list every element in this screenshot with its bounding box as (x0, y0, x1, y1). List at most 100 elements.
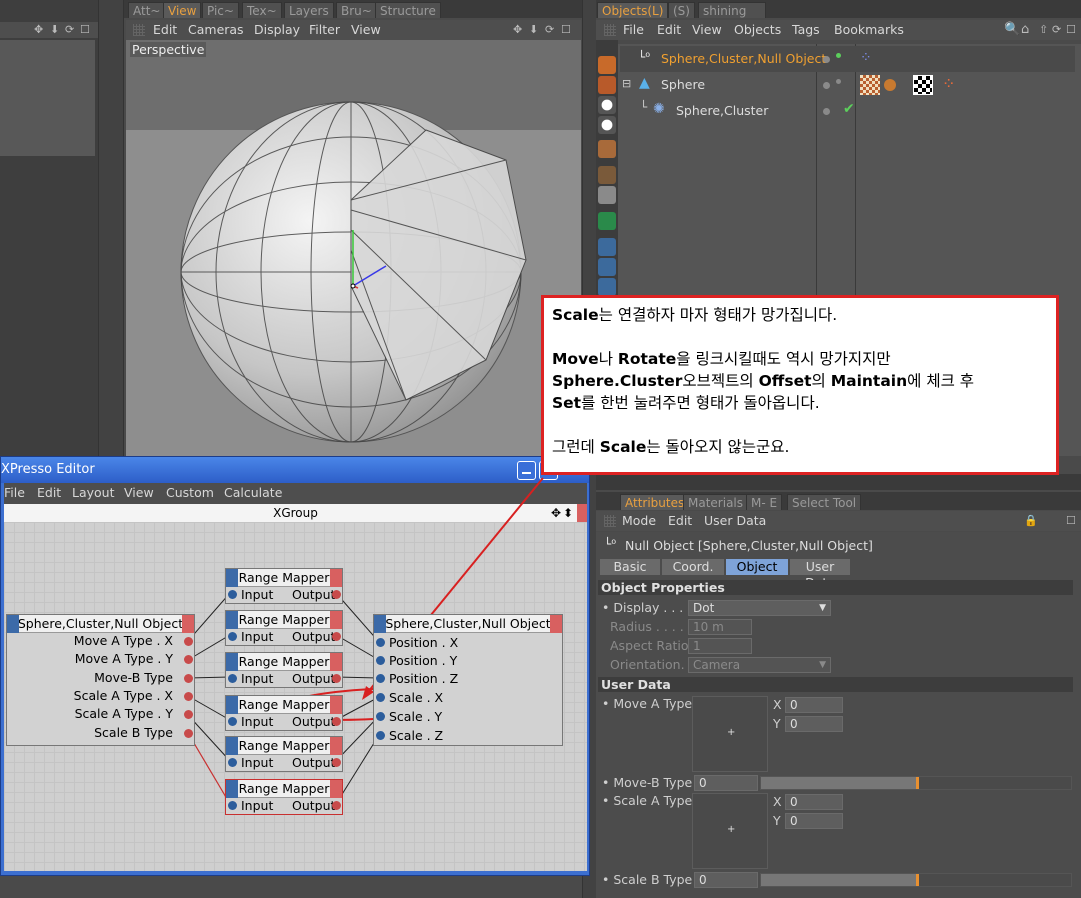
range-mapper-node[interactable]: Range Mapper Input Output (225, 779, 343, 815)
range-mapper-node[interactable]: Range Mapper Input Output (225, 610, 343, 646)
sidebar-cone-icon-3[interactable] (598, 278, 616, 296)
tab-materials[interactable]: Materials (683, 494, 749, 510)
output-pin[interactable] (332, 590, 341, 599)
tab-me[interactable]: M- E (746, 494, 783, 510)
scale-a-y-field[interactable]: 0 (785, 813, 843, 829)
editor-visibility-dot[interactable] (823, 82, 830, 89)
output-pin[interactable] (184, 637, 193, 646)
scale-b-field[interactable]: 0 (694, 872, 758, 888)
scale-a-type-pad[interactable]: + (692, 793, 768, 869)
move-a-y-field[interactable]: 0 (785, 716, 843, 732)
input-pin[interactable] (228, 758, 237, 767)
output-pin[interactable] (184, 710, 193, 719)
expand-minus-icon[interactable]: ⊟ (622, 77, 631, 90)
tab-objects[interactable]: Objects(L) (597, 2, 669, 18)
sidebar-sphere-icon-1[interactable] (598, 96, 616, 114)
tab-attributes[interactable]: Attributes (620, 494, 690, 510)
range-mapper-node[interactable]: Range Mapper Input Output (225, 736, 343, 772)
subtab-coord[interactable]: Coord. (662, 559, 724, 575)
tab-shining[interactable]: shining (698, 2, 766, 18)
output-pin[interactable] (332, 674, 341, 683)
output-pin[interactable] (332, 717, 341, 726)
annotation-callout: Scale는 연결하자 마자 형태가 망가집니다. Move나 Rotate을 … (541, 295, 1059, 475)
input-pin[interactable] (228, 801, 237, 810)
display-dropdown[interactable]: Dot ▼ (688, 600, 831, 616)
tab-select-tool[interactable]: Select Tool (787, 494, 862, 510)
objects-menu-file[interactable]: File (623, 22, 644, 37)
scale-a-x-field[interactable]: 0 (785, 794, 843, 810)
render-visibility-dot[interactable] (836, 53, 841, 58)
home-icon[interactable]: ⌂ (1021, 22, 1029, 37)
output-pin[interactable] (184, 729, 193, 738)
range-mapper-node[interactable]: Range Mapper Input Output (225, 568, 343, 604)
refresh-icon-objects[interactable]: ⟳ (1052, 23, 1061, 36)
objects-menu-bookmarks[interactable]: Bookmarks (834, 22, 904, 37)
enabled-check-icon[interactable]: ✔ (843, 101, 855, 117)
sidebar-tool-icon-3[interactable] (598, 140, 616, 158)
input-pin[interactable] (228, 632, 237, 641)
maximize-icon-attributes[interactable]: ☐ (1066, 514, 1076, 527)
editor-visibility-dot[interactable] (823, 56, 830, 63)
sidebar-tool-icon-4[interactable] (598, 166, 616, 184)
render-visibility-dot[interactable] (836, 79, 841, 84)
subtab-user-data[interactable]: User Data (790, 559, 850, 590)
editor-visibility-dot[interactable] (823, 108, 830, 115)
range-mapper-node[interactable]: Range Mapper Input Output (225, 695, 343, 731)
range-mapper-node[interactable]: Range Mapper Input Output (225, 652, 343, 688)
material-tag-icon-1[interactable] (860, 75, 880, 95)
attributes-menu-edit[interactable]: Edit (668, 513, 692, 528)
move-b-field[interactable]: 0 (694, 775, 758, 791)
sidebar-cone-icon-2[interactable] (598, 258, 616, 276)
material-tag-icon-4[interactable]: ⁘ (942, 74, 955, 93)
sidebar-cone-icon-1[interactable] (598, 238, 616, 256)
target-node[interactable]: Sphere,Cluster,Null Object Position . X … (373, 614, 563, 746)
search-icon[interactable]: 🔍 (1004, 22, 1020, 37)
sidebar-tool-icon-2[interactable] (598, 76, 616, 94)
subtab-basic[interactable]: Basic (600, 559, 660, 575)
input-pin[interactable] (376, 731, 385, 740)
scale-b-slider[interactable] (760, 873, 1072, 887)
input-pin[interactable] (376, 656, 385, 665)
input-pin[interactable] (376, 638, 385, 647)
attributes-grip-icon[interactable] (604, 515, 616, 527)
input-pin[interactable] (228, 717, 237, 726)
input-pin[interactable] (228, 674, 237, 683)
objects-menu-tags[interactable]: Tags (792, 22, 820, 37)
tab-s[interactable]: (S) (668, 2, 695, 18)
input-pin[interactable] (376, 674, 385, 683)
sidebar-tool-icon-1[interactable] (598, 56, 616, 74)
sidebar-tool-icon-5[interactable] (598, 186, 616, 204)
subtab-object[interactable]: Object (726, 559, 788, 575)
xpresso-tag-icon[interactable]: ⁘ (860, 50, 872, 66)
output-pin[interactable] (332, 758, 341, 767)
attributes-menu-mode[interactable]: Mode (622, 513, 656, 528)
lock-icon[interactable]: 🔒 (1024, 514, 1038, 527)
input-pin[interactable] (376, 712, 385, 721)
material-tag-icon-2[interactable] (884, 79, 896, 91)
sidebar-sphere-icon-2[interactable] (598, 116, 616, 134)
move-a-type-pad[interactable]: + (692, 696, 768, 772)
scale-b-slider-track (916, 874, 1071, 886)
object-row-sphere[interactable]: ⊟ ▲ Sphere ⁘ (620, 72, 1075, 98)
attributes-menu-userdata[interactable]: User Data (704, 513, 766, 528)
move-a-x-field[interactable]: 0 (785, 697, 843, 713)
output-pin[interactable] (184, 692, 193, 701)
maximize-icon-objects[interactable]: ☐ (1066, 23, 1076, 36)
objects-grip-icon[interactable] (604, 24, 616, 36)
input-pin[interactable] (376, 693, 385, 702)
objects-menu-edit[interactable]: Edit (657, 22, 681, 37)
input-pin[interactable] (228, 590, 237, 599)
objects-menu-view[interactable]: View (692, 22, 722, 37)
object-row-cluster[interactable]: └ ✺ Sphere,Cluster ✔ (620, 98, 1075, 124)
sidebar-tool-icon-6[interactable] (598, 212, 616, 230)
output-pin[interactable] (332, 801, 341, 810)
objects-menu-objects[interactable]: Objects (734, 22, 781, 37)
object-row-null[interactable]: └⁰ Sphere,Cluster,Null Object ⁘ (620, 46, 1075, 72)
output-pin[interactable] (184, 655, 193, 664)
output-pin[interactable] (184, 674, 193, 683)
up-arrow-icon[interactable]: ⇧ (1039, 23, 1048, 36)
material-tag-icon-3[interactable] (913, 75, 933, 95)
output-pin[interactable] (332, 632, 341, 641)
move-b-slider[interactable] (760, 776, 1072, 790)
move-a-type-label: • Move A Type (602, 696, 693, 711)
